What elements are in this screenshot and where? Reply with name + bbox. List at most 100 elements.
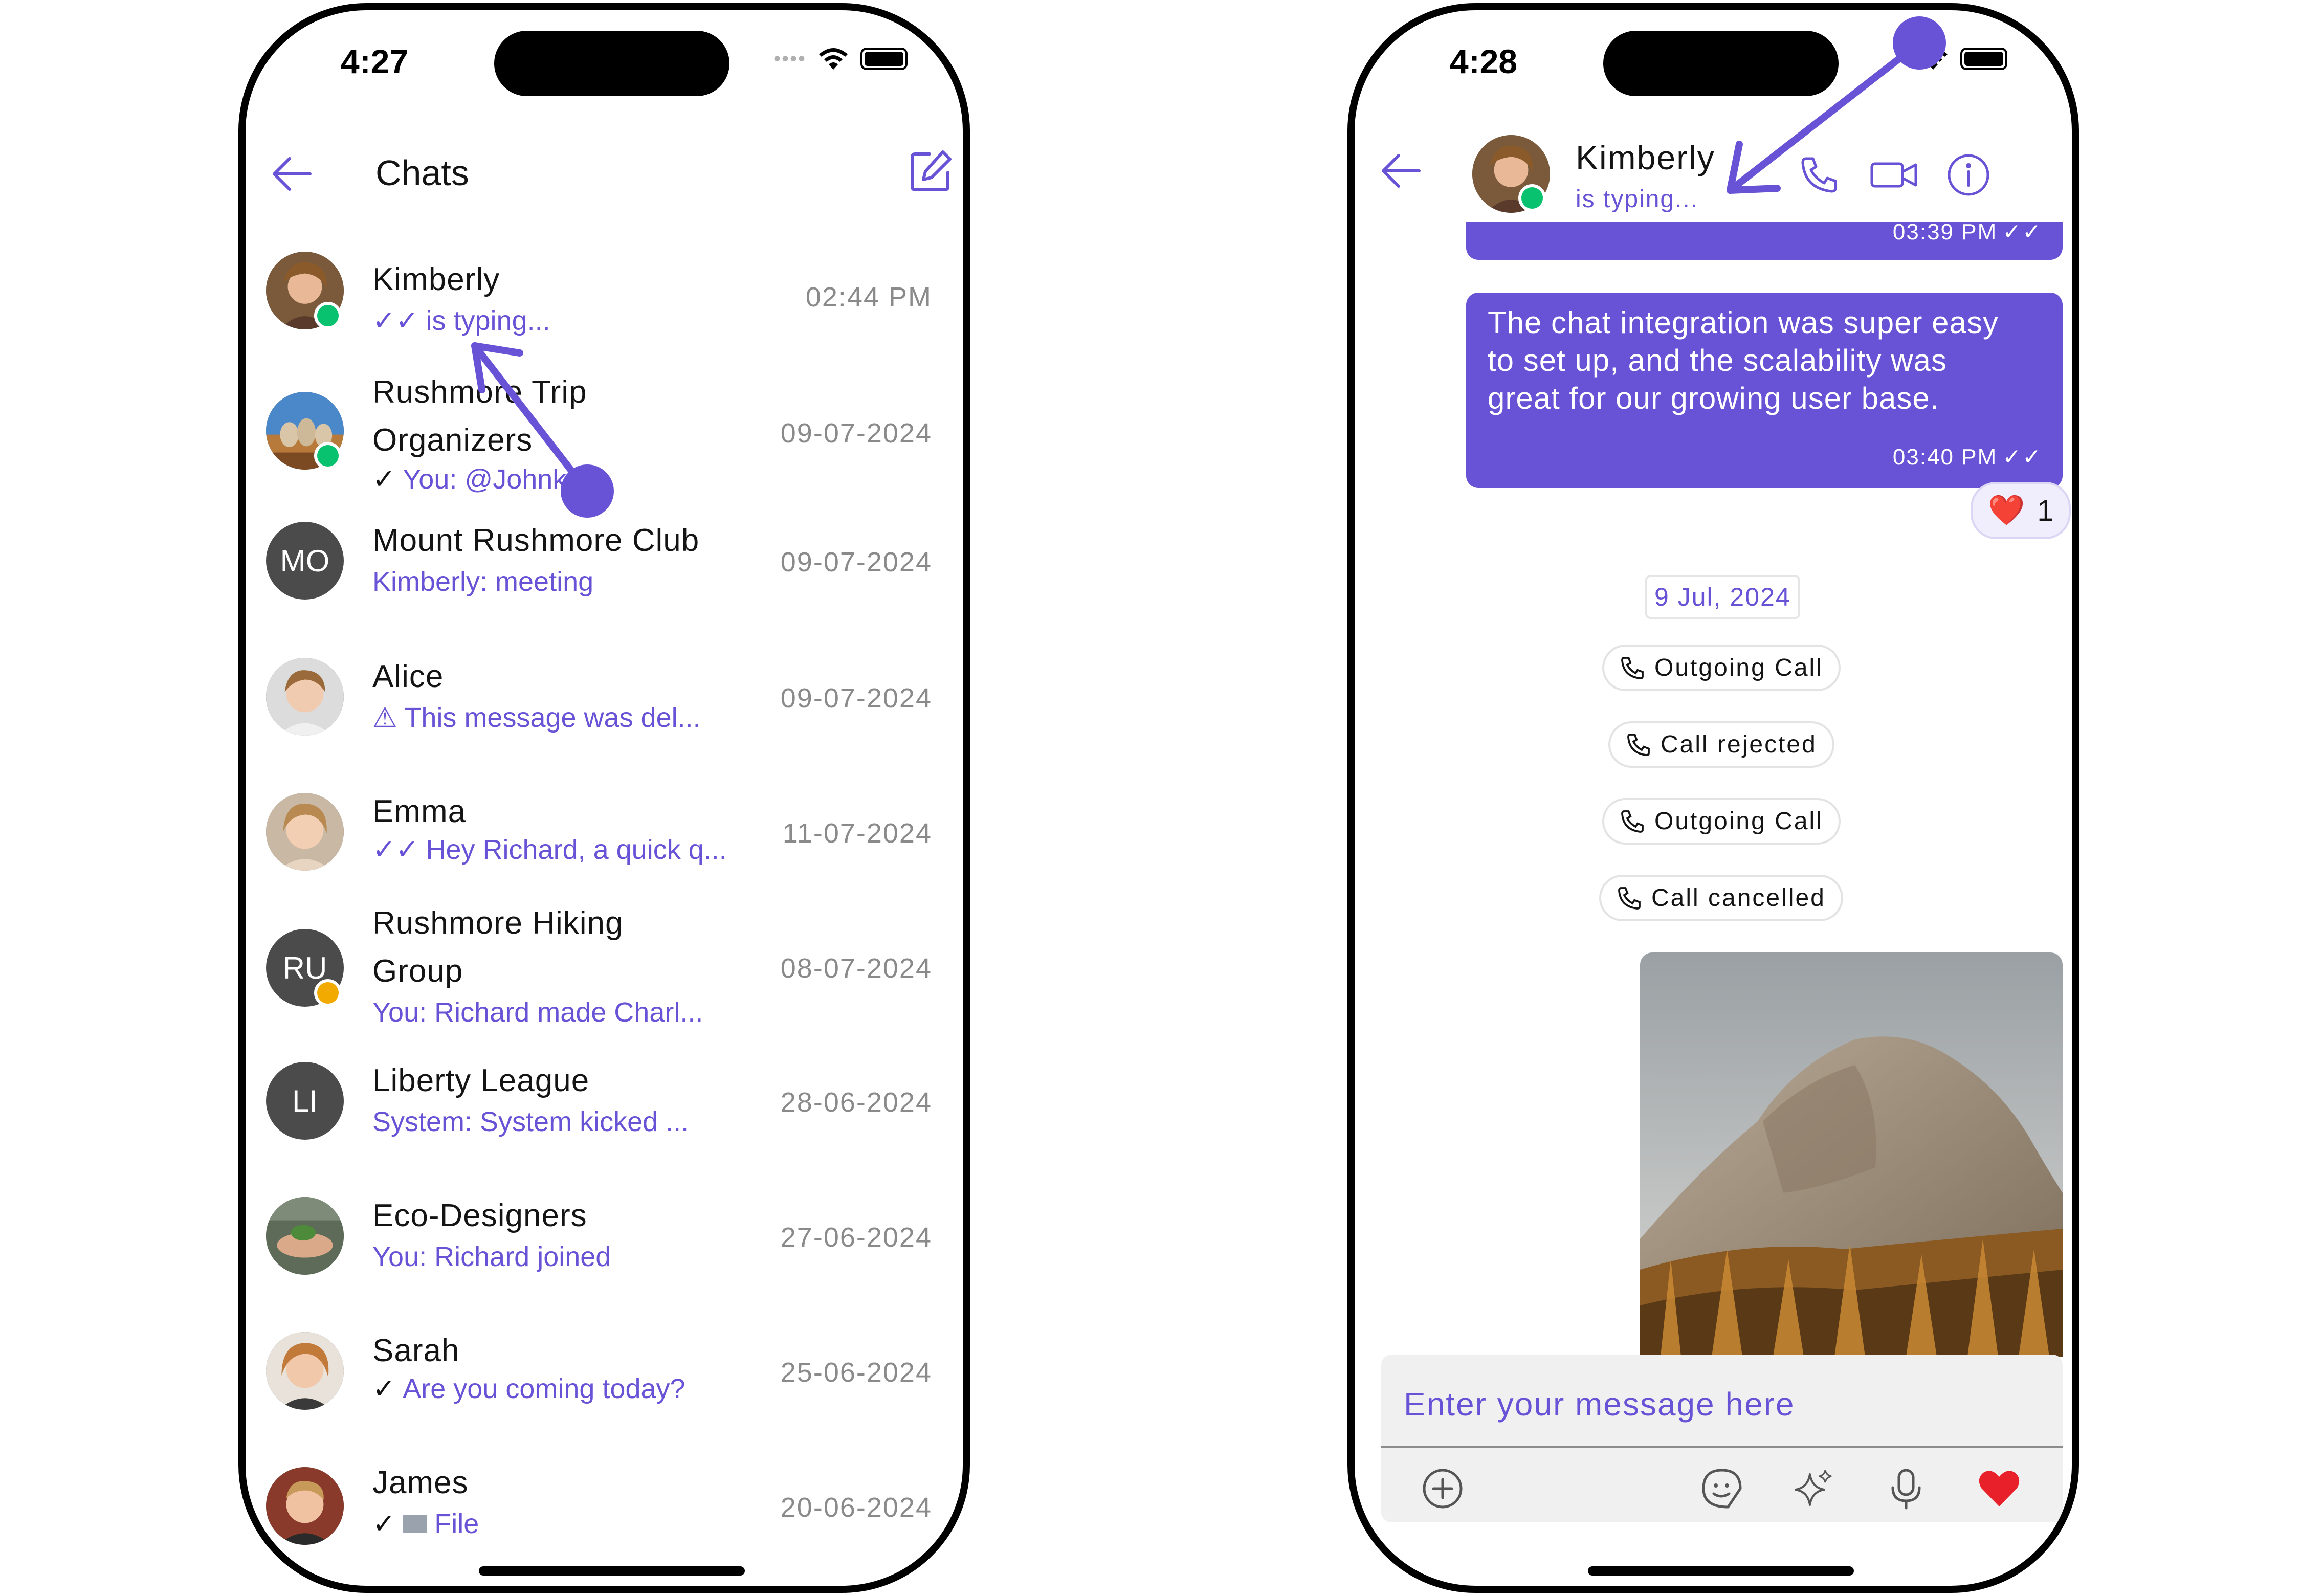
message-time-text: 03:40 PM — [1892, 444, 1998, 470]
message-text-line: to set up, and the scalability was — [1488, 343, 1947, 378]
call-pill-cancelled[interactable]: Call cancelled — [1599, 875, 1843, 921]
chat-subtitle-text: File — [434, 1509, 479, 1539]
message-text-line: great for our growing user base. — [1488, 381, 1939, 415]
phone-icon — [1801, 157, 1837, 193]
chat-item-mount-rushmore-club[interactable]: MO Mount Rushmore Club Kimberly: meeting… — [246, 517, 963, 604]
chat-item-emma[interactable]: Emma ✓✓ Hey Richard, a quick q... 11-07-… — [246, 788, 963, 875]
add-icon — [1423, 1469, 1463, 1509]
call-pill-outgoing[interactable]: Outgoing Call — [1602, 798, 1841, 845]
chat-time: 08-07-2024 — [780, 953, 932, 984]
call-pill-outgoing[interactable]: Outgoing Call — [1602, 645, 1841, 691]
chat-subtitle: ⚠ This message was del... — [372, 699, 701, 737]
chat-name: Kimberly — [372, 262, 500, 297]
info-icon — [1948, 154, 1989, 196]
call-label: Call rejected — [1661, 731, 1817, 758]
call-pill-rejected[interactable]: Call rejected — [1608, 721, 1834, 768]
reaction-chip[interactable]: ❤️ 1 — [1971, 482, 2071, 539]
compose-button[interactable] — [905, 145, 957, 196]
phone-icon — [1621, 656, 1644, 679]
chat-subtitle-text: Kimberly: meeting — [372, 566, 594, 597]
status-icons: •••• — [773, 47, 908, 71]
chat-time: 27-06-2024 — [780, 1222, 932, 1253]
lock-badge — [314, 979, 342, 1007]
chat-name: Mount Rushmore Club — [372, 523, 700, 558]
message-bubble-partial[interactable]: 03:39 PM ✓✓ — [1466, 219, 2063, 260]
chat-subtitle-text: This message was del... — [404, 702, 701, 733]
chat-subtitle: ✓✓ is typing... — [372, 302, 550, 340]
info-button[interactable] — [1944, 150, 1993, 199]
message-bubble[interactable]: The chat integration was super easy to s… — [1466, 293, 2063, 488]
chat-time: 28-06-2024 — [780, 1087, 932, 1118]
image-message[interactable] — [1640, 952, 2063, 1357]
composer-divider — [1381, 1446, 2063, 1448]
chat-item-liberty-league[interactable]: LI Liberty League System: System kicked … — [246, 1057, 963, 1144]
back-button[interactable] — [1375, 145, 1426, 196]
ai-button[interactable] — [1788, 1463, 1840, 1514]
sticker-icon — [1702, 1469, 1742, 1509]
phone-icon — [1618, 886, 1641, 910]
chat-name: Emma — [372, 794, 467, 829]
message-composer: Enter your message here — [1381, 1355, 2063, 1522]
back-button[interactable] — [266, 148, 317, 199]
group-badge — [314, 442, 342, 470]
chat-time: 09-07-2024 — [780, 418, 932, 449]
chat-subtitle: You: Richard joined — [372, 1238, 611, 1276]
chat-item-james[interactable]: James ✓ File 20-06-2024 — [246, 1459, 963, 1546]
date-separator: 9 Jul, 2024 — [1645, 575, 1800, 619]
video-call-button[interactable] — [1866, 150, 1922, 199]
folder-icon — [403, 1515, 428, 1533]
chat-time: 20-06-2024 — [780, 1492, 932, 1523]
avatar — [266, 1197, 344, 1275]
arrow-left-icon — [273, 157, 312, 191]
chat-subtitle: System: System kicked ... — [372, 1103, 689, 1141]
chat-subtitle: Kimberly: meeting — [372, 563, 593, 601]
phone-conversation: 4:28 Kimberly is typing... 03:39 PM ✓✓ T… — [1347, 3, 2079, 1593]
voice-record-button[interactable] — [1880, 1463, 1932, 1514]
chat-item-rushmore-hiking[interactable]: RU Rushmore Hiking Group You: Richard ma… — [246, 899, 963, 1032]
message-time-text: 03:39 PM — [1892, 219, 1998, 245]
battery-icon — [1960, 48, 2007, 70]
chat-name-line1: Rushmore Hiking — [372, 905, 624, 941]
avatar — [266, 1467, 344, 1545]
sticker-button[interactable] — [1696, 1463, 1747, 1514]
ai-sparkle-icon — [1795, 1470, 1832, 1506]
chat-subtitle-text: Hey Richard, a quick q... — [426, 834, 727, 865]
double-check-icon: ✓✓ — [2002, 445, 2042, 470]
send-heart-button[interactable] — [1974, 1463, 2025, 1514]
avatar-initials: MO — [280, 543, 330, 578]
phone-icon — [1627, 733, 1650, 756]
avatar: MO — [266, 522, 344, 600]
contact-name: Kimberly — [1576, 139, 1715, 176]
typing-status: is typing... — [1576, 186, 1699, 213]
battery-icon — [860, 48, 908, 70]
chat-time: 09-07-2024 — [780, 683, 932, 714]
chat-time: 02:44 PM — [805, 282, 932, 313]
chat-item-sarah[interactable]: Sarah ✓ Are you coming today? 25-06-2024 — [246, 1327, 963, 1414]
message-text: The chat integration was super easy to s… — [1466, 293, 2063, 417]
heart-emoji: ❤️ — [1988, 494, 2025, 527]
compose-icon — [911, 150, 952, 191]
avatar-initials: LI — [292, 1083, 318, 1118]
chat-subtitle: ✓ Are you coming today? — [372, 1370, 685, 1408]
status-time: 4:27 — [341, 42, 409, 80]
home-indicator — [1588, 1566, 1854, 1576]
chat-item-kimberly[interactable]: Kimberly ✓✓ is typing... 02:44 PM — [246, 252, 963, 344]
chat-subtitle: ✓ File — [372, 1505, 479, 1543]
avatar-initials: RU — [282, 950, 327, 985]
add-attachment-button[interactable] — [1417, 1463, 1468, 1514]
chat-item-alice[interactable]: Alice ⚠ This message was del... 09-07-20… — [246, 653, 963, 740]
dynamic-island — [1603, 31, 1839, 96]
arrow-left-icon — [1382, 154, 1421, 188]
avatar — [266, 1332, 344, 1410]
message-input[interactable]: Enter your message here — [1404, 1385, 1795, 1423]
chat-subtitle-text: You: @Johnk — [403, 464, 567, 495]
chat-subtitle-text: is typing... — [426, 305, 550, 336]
voice-call-button[interactable] — [1795, 150, 1844, 199]
online-badge — [1518, 184, 1546, 212]
chat-name: Eco-Designers — [372, 1198, 587, 1233]
check-icon: ✓ — [372, 1509, 396, 1539]
online-badge — [314, 302, 342, 329]
chat-item-eco-designers[interactable]: Eco-Designers You: Richard joined 27-06-… — [246, 1192, 963, 1279]
chat-subtitle: ✓ You: @Johnk — [372, 460, 566, 498]
chat-name: James — [372, 1465, 469, 1500]
